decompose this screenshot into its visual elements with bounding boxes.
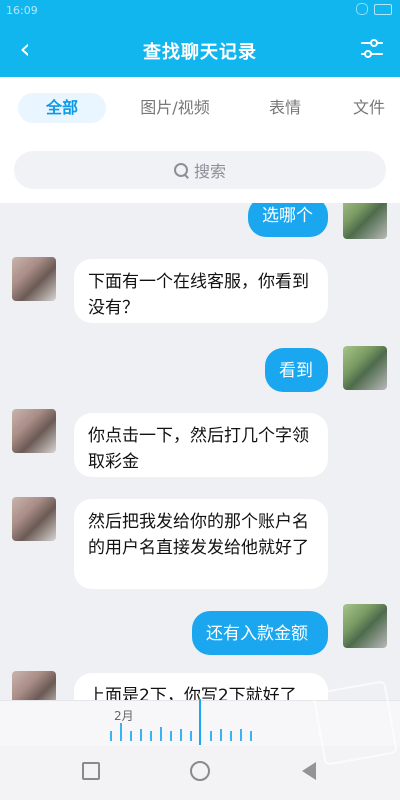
- title-bar: ‹ 查找聊天记录: [0, 22, 400, 77]
- status-icons: [356, 3, 392, 15]
- timeline-tick: [250, 731, 252, 741]
- message-list[interactable]: 选哪个 下面有一个在线客服，你看到没有？ 看到 你点击一下，然后打几个字领取彩金…: [0, 203, 400, 700]
- avatar[interactable]: [12, 409, 56, 453]
- message-bubble[interactable]: 还有入款金额: [192, 611, 328, 655]
- tab-label: 文件: [352, 98, 385, 117]
- status-time: 16:09: [6, 4, 38, 17]
- message-bubble[interactable]: 你点击一下，然后打几个字领取彩金: [74, 413, 328, 477]
- battery-icon: [374, 3, 392, 15]
- search-icon: [173, 163, 188, 177]
- timeline-tick: [160, 727, 162, 741]
- message-text: 然后把我发给你的那个账户名的用户名直接发发给他就好了: [88, 512, 309, 558]
- timeline-tick: [110, 731, 112, 741]
- search-placeholder: 搜索: [193, 162, 226, 181]
- message-text: 上面是2下，你写2下就好了: [88, 686, 297, 700]
- square-icon: [82, 762, 100, 780]
- message-text: 看到: [279, 361, 313, 381]
- sliders-icon: [361, 39, 383, 58]
- search-input[interactable]: 搜索: [14, 151, 386, 189]
- page-title: 查找聊天记录: [143, 42, 257, 63]
- avatar[interactable]: [12, 257, 56, 301]
- timeline-tick: [210, 731, 212, 741]
- message-bubble[interactable]: 然后把我发给你的那个账户名的用户名直接发发给他就好了: [74, 499, 328, 589]
- timeline-tick: [180, 729, 182, 741]
- tab-label: 表情: [268, 98, 301, 117]
- tab-all[interactable]: 全部: [18, 93, 106, 123]
- watermark-text: [276, 770, 396, 788]
- status-bar: 16:09: [0, 0, 400, 22]
- timeline-tick: [130, 731, 132, 741]
- avatar[interactable]: [343, 346, 387, 390]
- tab-images-videos[interactable]: 图片/视频: [126, 93, 224, 123]
- timeline-tick: [150, 731, 152, 741]
- timeline-tick: [220, 729, 222, 741]
- message-text: 选哪个: [262, 206, 313, 226]
- timeline-tick: [170, 731, 172, 741]
- circle-icon: [190, 761, 210, 781]
- message-text: 还有入款金额: [206, 624, 308, 644]
- tab-stickers[interactable]: 表情: [255, 93, 315, 123]
- timeline-tick: [240, 729, 242, 741]
- recent-apps-button[interactable]: [80, 760, 102, 782]
- avatar[interactable]: [343, 203, 387, 239]
- timeline-tick: [120, 723, 122, 741]
- timeline-tick: [140, 729, 142, 741]
- message-text: 你点击一下，然后打几个字领取彩金: [88, 426, 309, 472]
- message-text: 下面有一个在线客服，你看到没有？: [88, 272, 309, 318]
- search-section: 搜索: [0, 139, 400, 203]
- timeline-tick: [230, 731, 232, 741]
- avatar[interactable]: [343, 604, 387, 648]
- avatar[interactable]: [12, 671, 56, 700]
- message-bubble[interactable]: 上面是2下，你写2下就好了: [74, 673, 328, 700]
- watermark-logo: [312, 680, 398, 766]
- message-bubble[interactable]: 选哪个: [248, 203, 328, 237]
- tab-label: 全部: [45, 98, 78, 117]
- avatar[interactable]: [12, 497, 56, 541]
- home-button[interactable]: [189, 760, 211, 782]
- timeline-tick: [190, 731, 192, 741]
- message-bubble[interactable]: 下面有一个在线客服，你看到没有？: [74, 259, 328, 323]
- tab-files[interactable]: 文件: [344, 93, 394, 123]
- timeline-month-label: 2月: [114, 709, 134, 723]
- timeline-cursor[interactable]: [199, 699, 201, 745]
- filter-tabs: 全部 图片/视频 表情 文件: [0, 77, 400, 139]
- tab-label: 图片/视频: [140, 98, 210, 117]
- status-icon: [356, 3, 368, 15]
- filter-button[interactable]: [360, 38, 384, 60]
- message-bubble[interactable]: 看到: [265, 348, 328, 392]
